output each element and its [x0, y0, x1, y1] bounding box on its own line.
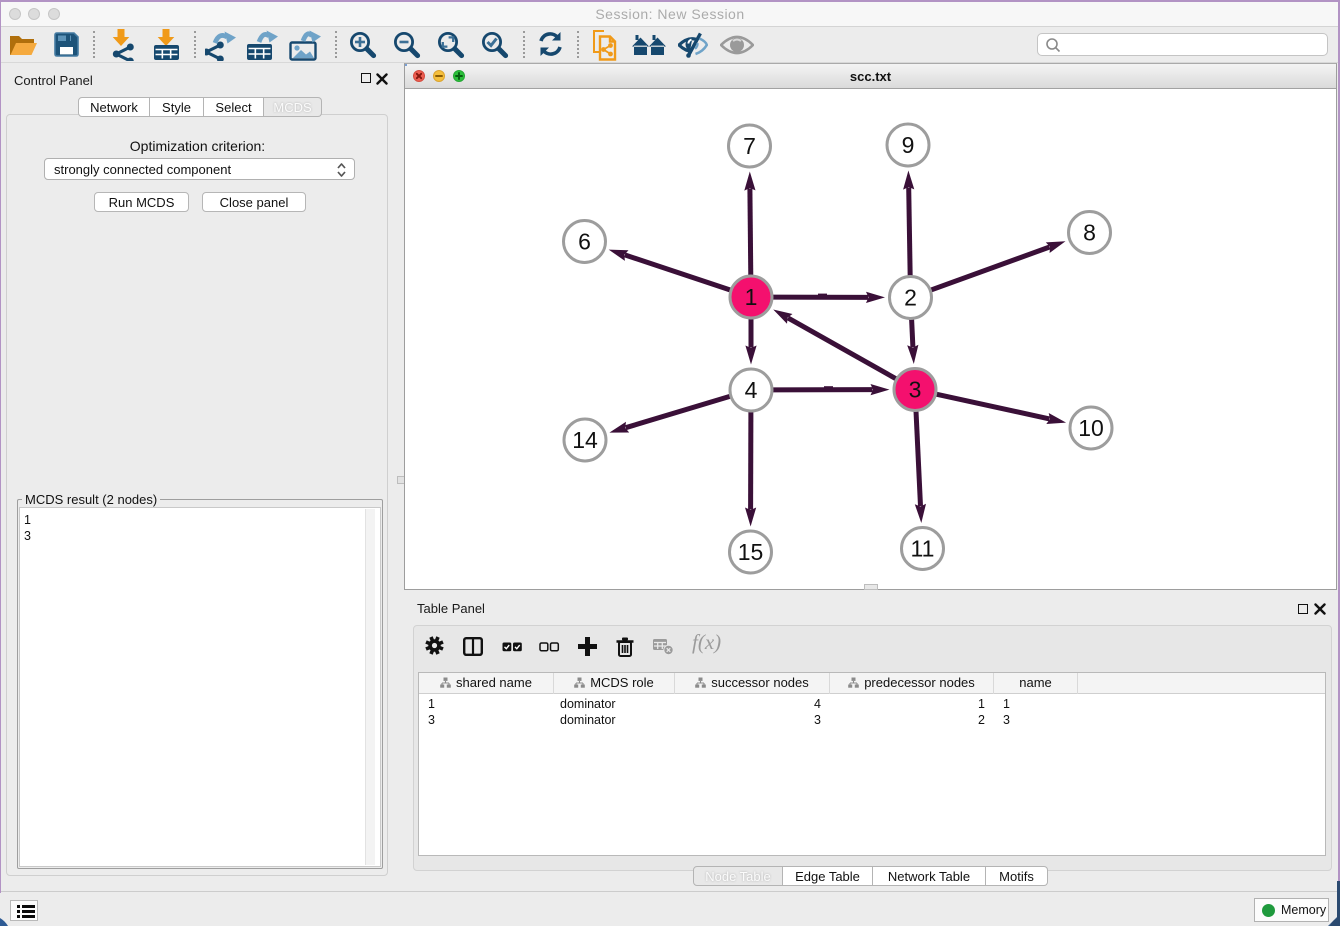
svg-text:2: 2	[904, 285, 917, 311]
svg-text:7: 7	[743, 133, 756, 159]
svg-text:6: 6	[578, 229, 591, 255]
svg-text:3: 3	[909, 377, 922, 403]
svg-text:1: 1	[745, 284, 758, 310]
svg-text:10: 10	[1078, 415, 1104, 441]
svg-text:11: 11	[911, 536, 935, 562]
svg-text:8: 8	[1083, 220, 1096, 246]
svg-text:15: 15	[738, 539, 764, 565]
svg-text:9: 9	[902, 132, 915, 158]
svg-text:14: 14	[572, 427, 598, 453]
svg-text:4: 4	[745, 377, 758, 403]
